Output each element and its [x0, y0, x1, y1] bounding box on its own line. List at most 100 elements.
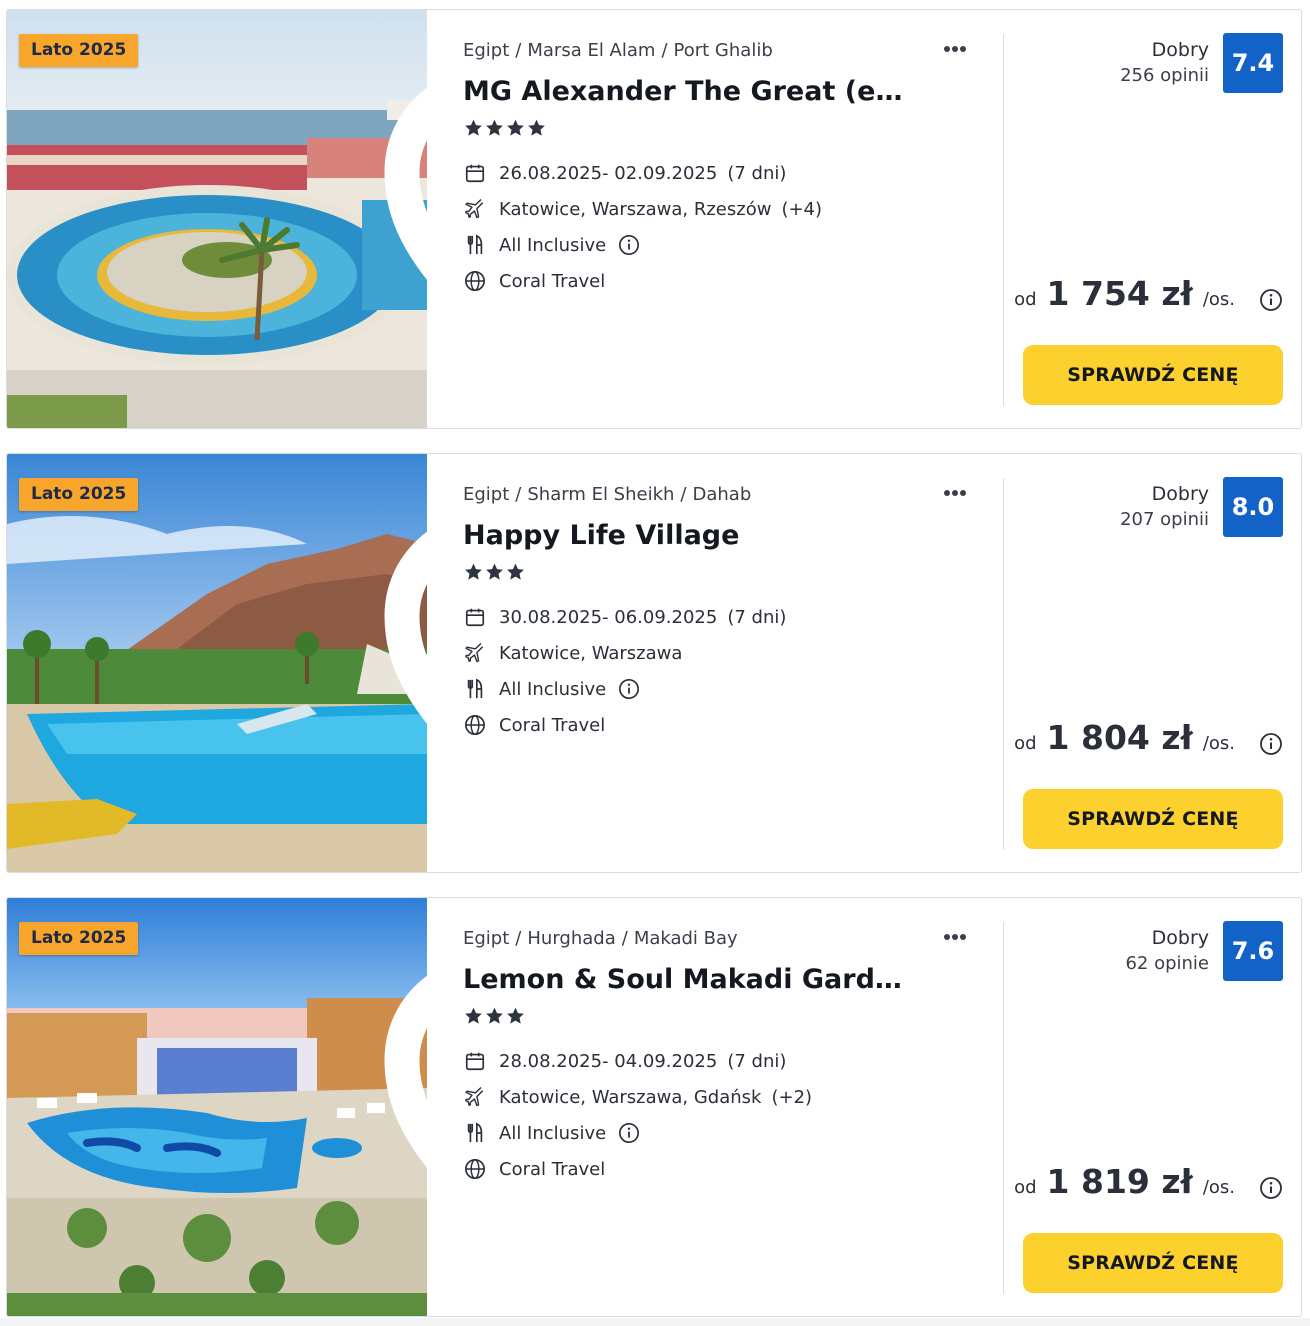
globe-icon: [463, 1157, 487, 1181]
more-dots-icon[interactable]: [943, 482, 975, 504]
divider: [1003, 922, 1004, 1294]
price-prefix: od: [1014, 733, 1037, 754]
breadcrumb-separator: /: [621, 928, 628, 949]
info-icon[interactable]: [1259, 288, 1283, 312]
country[interactable]: Egipt: [463, 484, 509, 505]
operator-row: Coral Travel: [463, 1156, 605, 1182]
dates: 28.08.2025- 04.09.2025: [499, 1050, 718, 1072]
operator-row: Coral Travel: [463, 712, 605, 738]
hotel-photo[interactable]: Lato 2025: [7, 898, 427, 1316]
offer-card[interactable]: Lato 2025 Egipt / Sharm El Sheikh / Dahab Ha…: [6, 453, 1302, 873]
price-prefix: od: [1014, 289, 1037, 310]
rating-score: 7.6: [1223, 921, 1283, 981]
dates-row: 30.08.2025- 06.09.2025 (7 dni): [463, 604, 786, 630]
country[interactable]: Egipt: [463, 928, 509, 949]
airplane-icon: [463, 1085, 487, 1109]
duration: (7 dni): [727, 1050, 787, 1072]
more-airports[interactable]: (+2): [771, 1087, 812, 1108]
info-icon[interactable]: [618, 678, 640, 700]
offer-card[interactable]: Lato 2025 Egipt / Marsa El Alam / Port Ghali…: [6, 9, 1302, 429]
check-price-button[interactable]: SPRAWDŹ CENĘ: [1023, 789, 1283, 849]
hotel-photo[interactable]: Lato 2025: [7, 454, 427, 872]
tour-operator: Coral Travel: [499, 270, 606, 292]
heart-outline-icon[interactable]: [367, 476, 427, 724]
city[interactable]: Dahab: [693, 484, 752, 505]
star-icon: [486, 1007, 503, 1024]
board-type: All Inclusive: [499, 1122, 607, 1144]
cutlery-icon: [463, 677, 487, 701]
info-icon[interactable]: [1259, 732, 1283, 756]
region[interactable]: Marsa El Alam: [527, 40, 655, 61]
city[interactable]: Port Ghalib: [674, 40, 773, 61]
divider: [1003, 478, 1004, 850]
heart-outline-icon[interactable]: [367, 920, 427, 1168]
check-price-button[interactable]: SPRAWDŹ CENĘ: [1023, 1233, 1283, 1293]
country[interactable]: Egipt: [463, 40, 509, 61]
hotel-title[interactable]: Happy Life Village: [463, 520, 913, 551]
hotel-photo-image: [7, 10, 427, 428]
hotel-stars: [463, 562, 526, 584]
review-count[interactable]: 207 opinii: [1120, 506, 1209, 534]
region[interactable]: Hurghada: [527, 928, 615, 949]
hotel-photo[interactable]: Lato 2025: [7, 10, 427, 428]
check-price-button[interactable]: SPRAWDŹ CENĘ: [1023, 345, 1283, 405]
cutlery-icon: [463, 233, 487, 257]
info-icon[interactable]: [618, 234, 640, 256]
globe-icon: [463, 713, 487, 737]
region[interactable]: Sharm El Sheikh: [527, 484, 674, 505]
hotel-stars: [463, 1006, 526, 1028]
divider: [1003, 34, 1004, 406]
info-icon[interactable]: [1259, 1176, 1283, 1200]
hotel-title[interactable]: Lemon & Soul Makadi Garden (...: [463, 964, 913, 995]
star-icon: [507, 1007, 524, 1024]
tour-operator: Coral Travel: [499, 714, 606, 736]
dates: 30.08.2025- 06.09.2025: [499, 606, 718, 628]
star-icon: [465, 1007, 482, 1024]
price-prefix: od: [1014, 1177, 1037, 1198]
duration: (7 dni): [727, 606, 787, 628]
rating-label: Dobry: [1151, 483, 1209, 505]
review-count[interactable]: 62 opinie: [1125, 950, 1209, 978]
cutlery-icon: [463, 1121, 487, 1145]
offer-details: Egipt / Hurghada / Makadi Bay Lemon & Soul M…: [463, 898, 1003, 1316]
calendar-icon: [463, 161, 487, 185]
star-icon: [507, 119, 524, 136]
info-icon[interactable]: [618, 1122, 640, 1144]
season-badge: Lato 2025: [19, 34, 139, 67]
hotel-title[interactable]: MG Alexander The Great (ex. D...: [463, 76, 913, 107]
operator-row: Coral Travel: [463, 268, 605, 294]
departure-airports: Katowice, Warszawa: [499, 642, 683, 664]
season-badge: Lato 2025: [19, 922, 139, 955]
hotel-photo-image: [7, 898, 427, 1316]
hotel-stars: [463, 118, 547, 140]
breadcrumb-separator: /: [661, 40, 668, 61]
review-count[interactable]: 256 opinii: [1120, 62, 1209, 90]
price-suffix: /os.: [1202, 733, 1235, 754]
offer-card[interactable]: Lato 2025 Egipt / Hurghada / Makadi Bay Lemo…: [6, 897, 1302, 1317]
globe-icon: [463, 269, 487, 293]
price: od 1 804 zł /os.: [1014, 718, 1271, 757]
rating-label: Dobry: [1151, 39, 1209, 61]
more-dots-icon[interactable]: [943, 926, 975, 948]
offer-details: Egipt / Sharm El Sheikh / Dahab Happy Life V…: [463, 454, 1003, 872]
airplane-icon: [463, 197, 487, 221]
price-amount: 1 754 zł: [1046, 274, 1193, 313]
board-type: All Inclusive: [499, 234, 607, 256]
heart-outline-icon[interactable]: [367, 32, 427, 280]
price-suffix: /os.: [1202, 1177, 1235, 1198]
city[interactable]: Makadi Bay: [634, 928, 738, 949]
breadcrumb-separator: /: [515, 484, 522, 505]
breadcrumb-separator: /: [515, 928, 522, 949]
calendar-icon: [463, 1049, 487, 1073]
rating-summary: Dobry 62 opinie: [1125, 926, 1209, 978]
location-breadcrumb: Egipt / Sharm El Sheikh / Dahab: [463, 484, 751, 505]
star-icon: [507, 563, 524, 580]
more-airports[interactable]: (+4): [781, 199, 822, 220]
more-dots-icon[interactable]: [943, 38, 975, 60]
star-icon: [486, 563, 503, 580]
rating-summary: Dobry 256 opinii: [1120, 38, 1209, 90]
board-row: All Inclusive: [463, 1120, 640, 1146]
airports-row: Katowice, Warszawa, Rzeszów (+4): [463, 196, 822, 222]
page-bottom-edge: [0, 1318, 1310, 1326]
rating-label: Dobry: [1151, 927, 1209, 949]
